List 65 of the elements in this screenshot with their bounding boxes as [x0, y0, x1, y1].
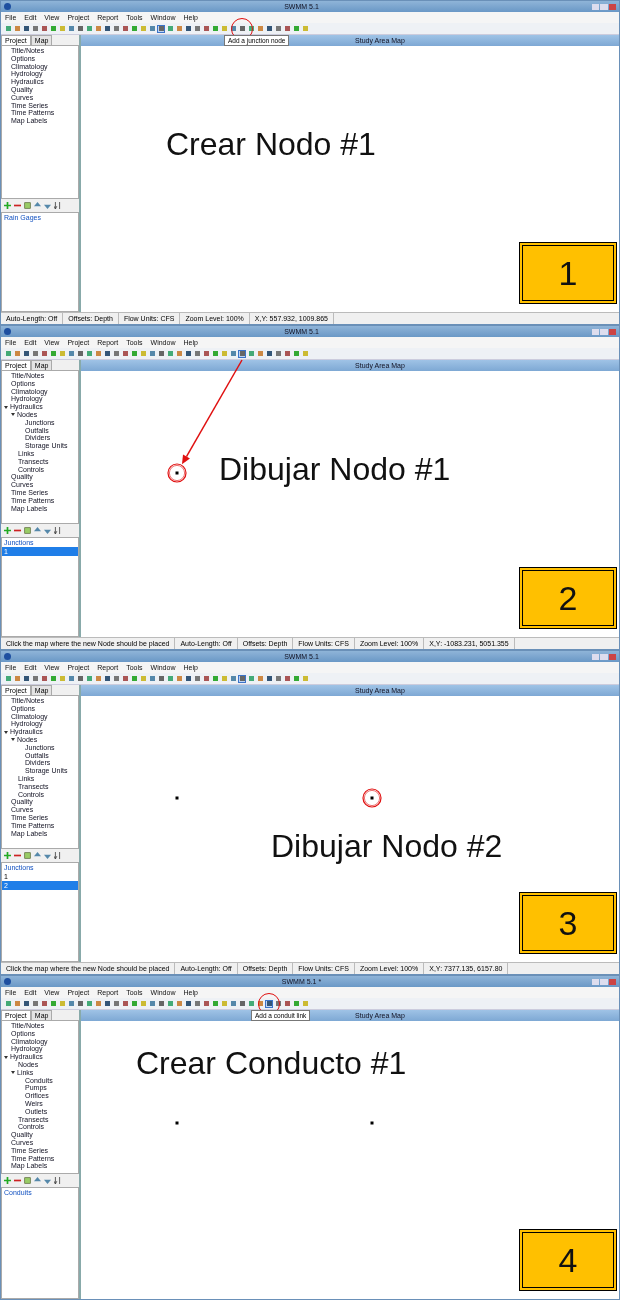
highlight-circle [362, 788, 382, 808]
expander-icon[interactable] [4, 405, 8, 409]
down-arrow-icon[interactable] [44, 527, 51, 534]
app-icon [4, 3, 11, 10]
toolbar-button[interactable] [238, 674, 246, 683]
caption-text: Crear Nodo #1 [166, 126, 376, 163]
app-icon [4, 978, 11, 985]
toolbar-button[interactable] [265, 24, 273, 33]
step-number: 4 [519, 1229, 617, 1291]
step-number: 3 [519, 892, 617, 954]
toolbar-button[interactable] [238, 349, 246, 358]
up-arrow-icon[interactable] [34, 1177, 41, 1184]
up-arrow-icon[interactable] [34, 202, 41, 209]
toolbar-button[interactable] [157, 999, 165, 1008]
app-icon [4, 328, 11, 335]
toolbar-button[interactable] [238, 999, 246, 1008]
node-marker [370, 796, 374, 800]
up-arrow-icon[interactable] [34, 852, 41, 859]
minus-icon[interactable] [14, 527, 21, 534]
window-controls-icon[interactable] [592, 3, 616, 10]
window-controls-icon[interactable] [592, 328, 616, 335]
step-number: 2 [519, 567, 617, 629]
minus-icon[interactable] [14, 1177, 21, 1184]
down-arrow-icon[interactable] [44, 202, 51, 209]
sort-icon[interactable] [54, 202, 61, 209]
toolbar-button[interactable] [157, 349, 165, 358]
plus-icon[interactable] [4, 1177, 11, 1184]
window-controls-icon[interactable] [592, 978, 616, 985]
toolbar-button[interactable] [265, 999, 273, 1008]
toolbar-button[interactable] [157, 24, 165, 33]
step-number: 1 [519, 242, 617, 304]
caption-text: Crear Conducto #1 [136, 1045, 407, 1082]
node-marker [175, 796, 179, 800]
app-icon [4, 653, 11, 660]
toolbar-button[interactable] [238, 24, 246, 33]
toolbar-button[interactable] [157, 674, 165, 683]
toolbar-button[interactable] [265, 349, 273, 358]
highlight-circle [167, 463, 187, 483]
expander-icon[interactable] [4, 1055, 8, 1059]
up-arrow-icon[interactable] [34, 527, 41, 534]
expander-icon[interactable] [11, 1071, 15, 1075]
edit-icon[interactable] [24, 852, 31, 859]
edit-icon[interactable] [24, 202, 31, 209]
sort-icon[interactable] [54, 852, 61, 859]
plus-icon[interactable] [4, 527, 11, 534]
sort-icon[interactable] [54, 1177, 61, 1184]
down-arrow-icon[interactable] [44, 1177, 51, 1184]
plus-icon[interactable] [4, 852, 11, 859]
caption-text: Dibujar Nodo #1 [219, 451, 451, 488]
toolbar-button[interactable] [265, 674, 273, 683]
down-arrow-icon[interactable] [44, 852, 51, 859]
edit-icon[interactable] [24, 1177, 31, 1184]
minus-icon[interactable] [14, 852, 21, 859]
plus-icon[interactable] [4, 202, 11, 209]
node-marker [175, 471, 179, 475]
minus-icon[interactable] [14, 202, 21, 209]
window-controls-icon[interactable] [592, 653, 616, 660]
expander-icon[interactable] [11, 413, 15, 417]
node-marker [175, 1121, 179, 1125]
expander-icon[interactable] [11, 738, 15, 742]
sort-icon[interactable] [54, 527, 61, 534]
edit-icon[interactable] [24, 527, 31, 534]
caption-text: Dibujar Nodo #2 [271, 828, 503, 865]
expander-icon[interactable] [4, 730, 8, 734]
node-marker [370, 1121, 374, 1125]
